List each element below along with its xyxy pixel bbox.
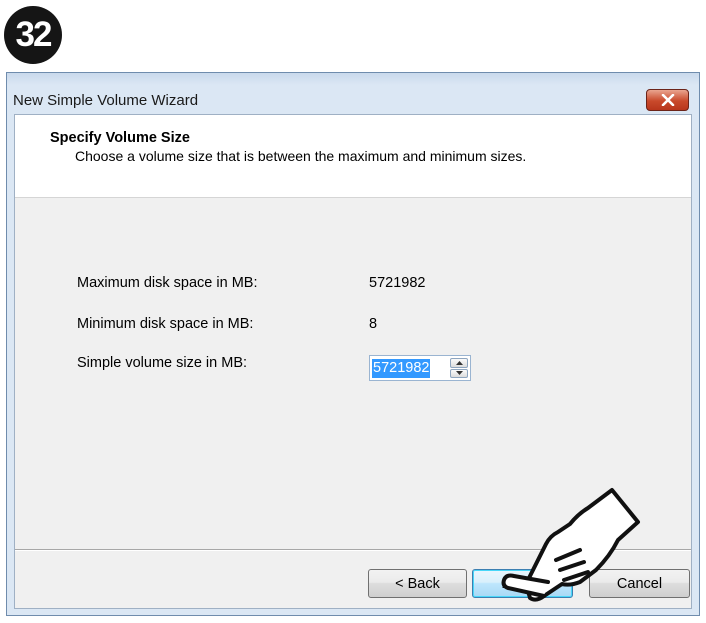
title-bar[interactable]: New Simple Volume Wizard xyxy=(7,85,699,114)
max-disk-space-value: 5721982 xyxy=(369,275,426,291)
spin-up-button[interactable] xyxy=(450,358,468,368)
min-disk-space-value: 8 xyxy=(369,316,378,332)
volume-size-label: Simple volume size in MB: xyxy=(77,355,248,371)
spin-down-button[interactable] xyxy=(450,368,468,378)
volume-size-spinner[interactable]: 5721982 xyxy=(369,355,471,381)
page-title: Specify Volume Size xyxy=(50,130,190,146)
down-arrow-icon xyxy=(455,371,463,376)
back-button[interactable]: < Back xyxy=(368,569,467,598)
step-number-badge: 32 xyxy=(4,6,62,64)
spinner-buttons xyxy=(450,358,468,378)
close-button[interactable] xyxy=(646,89,689,111)
wizard-header: Specify Volume Size Choose a volume size… xyxy=(15,115,691,198)
max-disk-space-label: Maximum disk space in MB: xyxy=(77,275,258,291)
min-disk-space-label: Minimum disk space in MB: xyxy=(77,316,254,332)
window-title: New Simple Volume Wizard xyxy=(13,92,199,109)
close-icon xyxy=(661,94,674,106)
hand-pointer-icon xyxy=(501,488,640,602)
page-subtitle: Choose a volume size that is between the… xyxy=(75,148,527,164)
up-arrow-icon xyxy=(455,360,463,365)
volume-size-input[interactable]: 5721982 xyxy=(372,359,431,378)
window-top-edge xyxy=(7,73,699,85)
